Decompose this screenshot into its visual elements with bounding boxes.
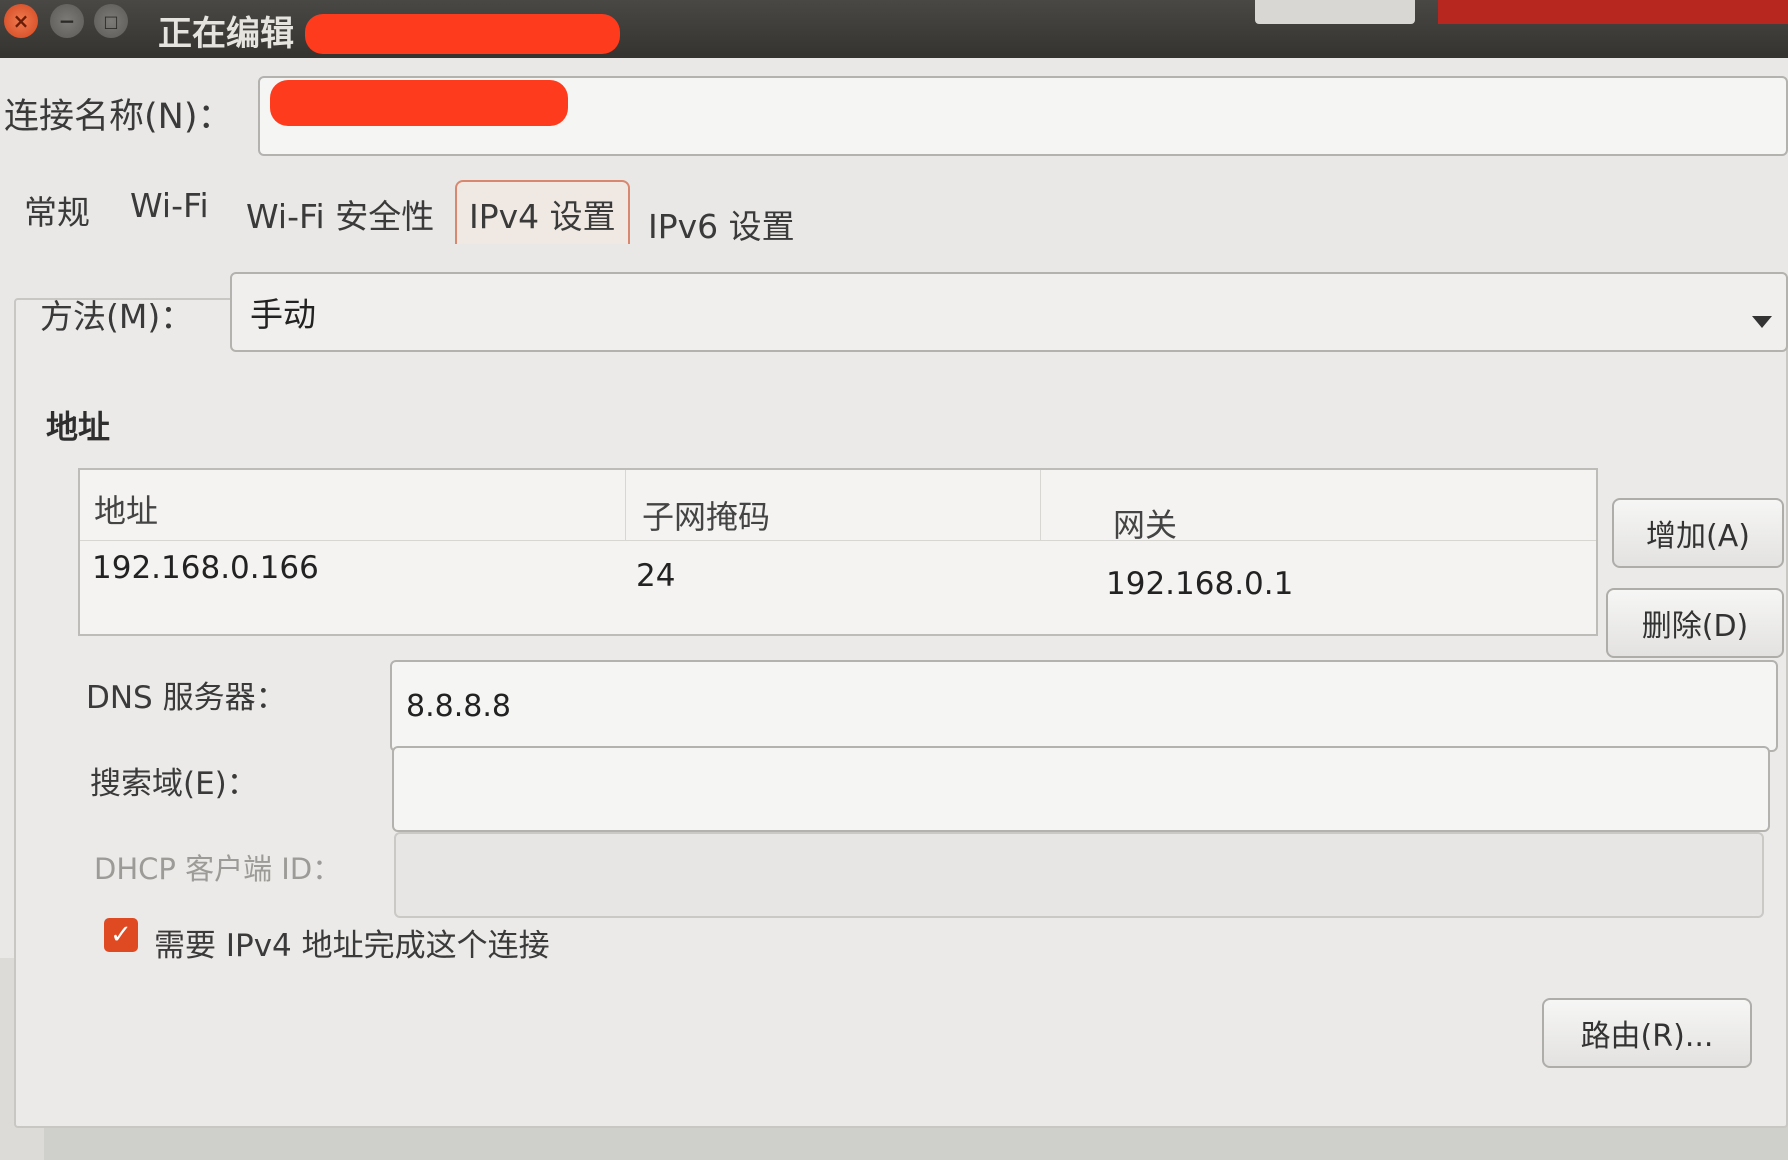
dns-servers-input[interactable]: 8.8.8.8 (390, 660, 1778, 752)
address-table[interactable]: 地址 子网掩码 网关 192.168.0.166 24 192.168.0.1 (78, 468, 1598, 636)
tab-ipv4-settings[interactable]: IPv4 设置 (455, 180, 630, 244)
checkmark-icon: ✓ (110, 920, 132, 950)
dns-servers-value: 8.8.8.8 (406, 688, 511, 724)
minimize-window-button[interactable]: − (50, 4, 84, 38)
routes-button[interactable]: 路由(R)... (1542, 998, 1752, 1068)
method-dropdown[interactable]: 手动 (230, 272, 1788, 352)
table-header-divider (80, 540, 1596, 541)
require-ipv4-checkbox[interactable]: ✓ (104, 918, 138, 952)
background-window-edge (1438, 0, 1788, 24)
minimize-icon: − (58, 9, 76, 33)
maximize-window-button[interactable]: □ (94, 4, 128, 38)
search-domains-label: 搜索域(E)： (90, 766, 258, 802)
column-header-netmask[interactable]: 子网掩码 (642, 492, 770, 538)
redacted-title-region (305, 14, 620, 54)
maximize-icon: □ (103, 11, 119, 31)
tab-wifi[interactable]: Wi-Fi (130, 186, 209, 225)
address-section-title: 地址 (46, 408, 111, 446)
tab-general[interactable]: 常规 (24, 186, 90, 234)
tab-wifi-security[interactable]: Wi-Fi 安全性 (246, 190, 434, 238)
method-label: 方法(M)： (40, 297, 194, 336)
redacted-connection-name (270, 80, 568, 126)
delete-address-button[interactable]: 删除(D) (1606, 588, 1784, 658)
cell-netmask[interactable]: 24 (636, 558, 675, 594)
dns-servers-label: DNS 服务器： (86, 680, 287, 716)
method-value: 手动 (250, 295, 316, 334)
close-window-button[interactable]: × (4, 4, 38, 38)
column-separator (1040, 470, 1041, 540)
close-icon: × (12, 9, 30, 33)
column-header-address[interactable]: 地址 (94, 486, 158, 532)
add-address-button[interactable]: 增加(A) (1612, 498, 1784, 568)
window-title: 正在编辑 (158, 14, 294, 54)
connection-name-input[interactable] (258, 76, 1788, 156)
chevron-down-icon (1752, 316, 1772, 328)
dhcp-client-id-input (394, 832, 1764, 918)
dhcp-client-id-label: DHCP 客户端 ID： (94, 852, 342, 886)
background-window-tab (1255, 0, 1415, 24)
require-ipv4-label[interactable]: 需要 IPv4 地址完成这个连接 (154, 920, 550, 965)
column-separator (625, 470, 626, 540)
window-titlebar: × − □ 正在编辑 (0, 0, 1788, 58)
cell-gateway[interactable]: 192.168.0.1 (1106, 566, 1293, 602)
connection-name-label: 连接名称(N)： (4, 97, 233, 137)
cell-address[interactable]: 192.168.0.166 (92, 550, 319, 586)
tab-ipv6-settings[interactable]: IPv6 设置 (648, 200, 795, 248)
search-domains-input[interactable] (392, 746, 1770, 832)
